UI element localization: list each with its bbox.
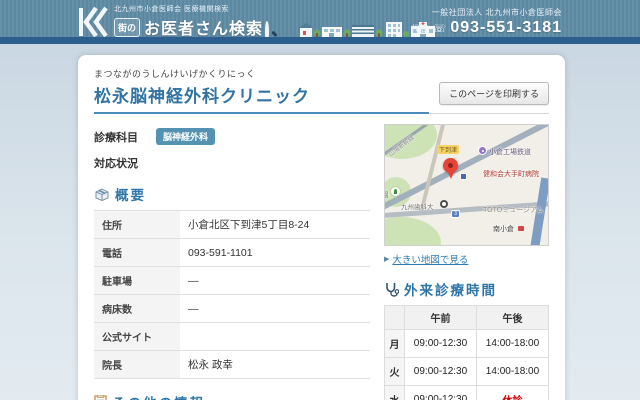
phone-number: 093-551-3181 — [450, 19, 562, 36]
clinic-detail-card: まつながのうしんけいげかくりにっく 松永脳神経外科クリニック このページを印刷す… — [78, 55, 565, 400]
hours-col-pm: 午後 — [476, 305, 549, 330]
map-building-icon — [460, 173, 467, 180]
main-info-column: 診療科目 脳神経外科 対応状況 概要 住所 小倉北区下到津5丁目8-24 電話 … — [94, 124, 370, 400]
print-page-button[interactable]: このページを印刷する — [439, 82, 549, 105]
map-column: 山陽新幹線 下到津 小倉工場鉄道 健和会大手町病院 九州歯科大 3 TOTOミュ… — [384, 124, 549, 400]
logo-title: お医者さん検索 — [144, 21, 264, 38]
overview-heading: 概要 — [94, 184, 370, 204]
row-label: 公式サイト — [94, 322, 180, 351]
row-label: 院長 — [94, 350, 180, 379]
row-value: 小倉北区下到津5丁目8-24 — [188, 219, 310, 231]
map-route-shield: 3 — [451, 210, 460, 218]
map-label-station: 南小倉 — [493, 226, 514, 233]
row-value: 松永 政幸 — [188, 359, 233, 371]
status-label: 対応状況 — [94, 158, 138, 170]
triangle-bullet-icon: ▶ — [384, 256, 390, 263]
table-row: 病床数 — — [94, 294, 370, 323]
row-value: — — [188, 302, 199, 315]
location-map[interactable]: 山陽新幹線 下到津 小倉工場鉄道 健和会大手町病院 九州歯科大 3 TOTOミュ… — [384, 124, 549, 246]
org-name: 一般社団法人 北九州市小倉医師会 — [431, 8, 562, 17]
machi-badge: 街の — [114, 17, 141, 37]
map-label-park: 園 — [385, 189, 389, 199]
phone-label: 代表 — [410, 23, 429, 34]
other-info-heading: その他の情報 — [94, 392, 370, 400]
header-contact: 一般社団法人 北九州市小倉医師会 代表 ☏ 093-551-3181 — [411, 7, 562, 37]
k-logo-icon — [79, 6, 108, 37]
table-row: 院長 松永 政幸 — [94, 350, 370, 379]
map-museum-icon — [478, 146, 487, 155]
hours-row: 月 09:00-12:30 14:00-18:00 — [384, 329, 549, 358]
department-row: 診療科目 脳神経外科 — [94, 128, 370, 145]
overview-table: 住所 小倉北区下到津5丁目8-24 電話 093-591-1101 駐車場 — 病床数… — [94, 210, 370, 379]
logo-subtitle: 北九州市小倉医師会 医療機関検索 — [114, 6, 229, 13]
hours-pm-1: 14:00-18:00 — [476, 357, 549, 386]
row-value: 093-591-1101 — [188, 246, 253, 259]
am-cell: 09:00-12:30 — [404, 329, 477, 358]
table-row: 住所 小倉北区下到津5丁目8-24 — [94, 210, 370, 239]
map-label-museum: 小倉工場鉄道 — [489, 149, 531, 156]
table-row: 公式サイト — [94, 322, 370, 351]
department-label: 診療科目 — [94, 131, 138, 144]
department-badge: 脳神経外科 — [156, 128, 216, 145]
map-label-hospital: 健和会大手町病院 — [483, 171, 539, 178]
map-park-area — [385, 217, 441, 245]
header-strip — [0, 37, 640, 44]
table-row: 電話 093-591-1101 — [94, 238, 370, 267]
map-label-road: 下到津 — [437, 145, 460, 154]
site-logo[interactable]: 北九州市小倉医師会 医療機関検索 街の お医者さん検索 — [78, 4, 278, 42]
clipboard-icon — [94, 394, 107, 400]
hours-title: 外来診療時間 — [404, 283, 497, 298]
status-row: 対応状況 — [94, 155, 370, 171]
magnifier-icon — [265, 20, 278, 42]
map-label-toto: TOTOミュージアム — [483, 207, 544, 214]
hours-row: 水09:00-12:30休診 — [384, 385, 549, 400]
row-label: 病床数 — [94, 294, 180, 323]
row-label: 駐車場 — [94, 266, 180, 295]
site-header: 北九州市小倉医師会 医療機関検索 街の お医者さん検索 一般社団法人 北九州市小… — [0, 0, 640, 44]
row-label: 住所 — [94, 210, 180, 239]
overview-title: 概要 — [115, 188, 146, 203]
row-label: 電話 — [94, 238, 180, 267]
map-label-university: 九州歯科大 — [401, 204, 434, 211]
hours-row: 火 09:00-12:30 14:00-18:00 — [384, 357, 549, 386]
table-row: 駐車場 — — [94, 266, 370, 295]
stethoscope-icon — [386, 282, 399, 297]
hours-table: 午前 午後 月 09:00-12:30 14:00-18:00 火 09:00-12:… — [384, 305, 549, 400]
hours-pm-0: 14:00-18:00 — [476, 329, 549, 358]
box-icon — [95, 188, 109, 201]
row-value — [180, 323, 370, 351]
row-value: — — [188, 274, 199, 287]
hours-heading: 外来診療時間 — [384, 279, 549, 299]
page-title: 松永脳神経外科クリニック — [94, 87, 310, 106]
am-cell: 09:00-12:30 — [404, 357, 477, 386]
map-station-marker — [518, 226, 524, 231]
larger-map-link[interactable]: 大きい地図で見る — [392, 252, 468, 266]
day-cell: 月 — [384, 329, 405, 358]
hours-corner-cell — [384, 305, 405, 330]
map-station-icon — [440, 200, 448, 208]
day-cell: 火 — [384, 357, 405, 386]
hours-pm-2: 休診 — [476, 385, 549, 400]
map-pin-icon[interactable] — [443, 158, 459, 181]
clinic-furigana: まつながのうしんけいげかくりにっく — [94, 69, 256, 79]
other-info-title: その他の情報 — [112, 392, 205, 400]
day-cell: 水 — [384, 385, 405, 400]
phone-icon: ☏ — [432, 22, 447, 35]
card-header: まつながのうしんけいげかくりにっく 松永脳神経外科クリニック このページを印刷す… — [94, 67, 549, 114]
am-cell: 09:00-12:30 — [404, 385, 477, 400]
hours-col-am: 午前 — [404, 305, 477, 330]
